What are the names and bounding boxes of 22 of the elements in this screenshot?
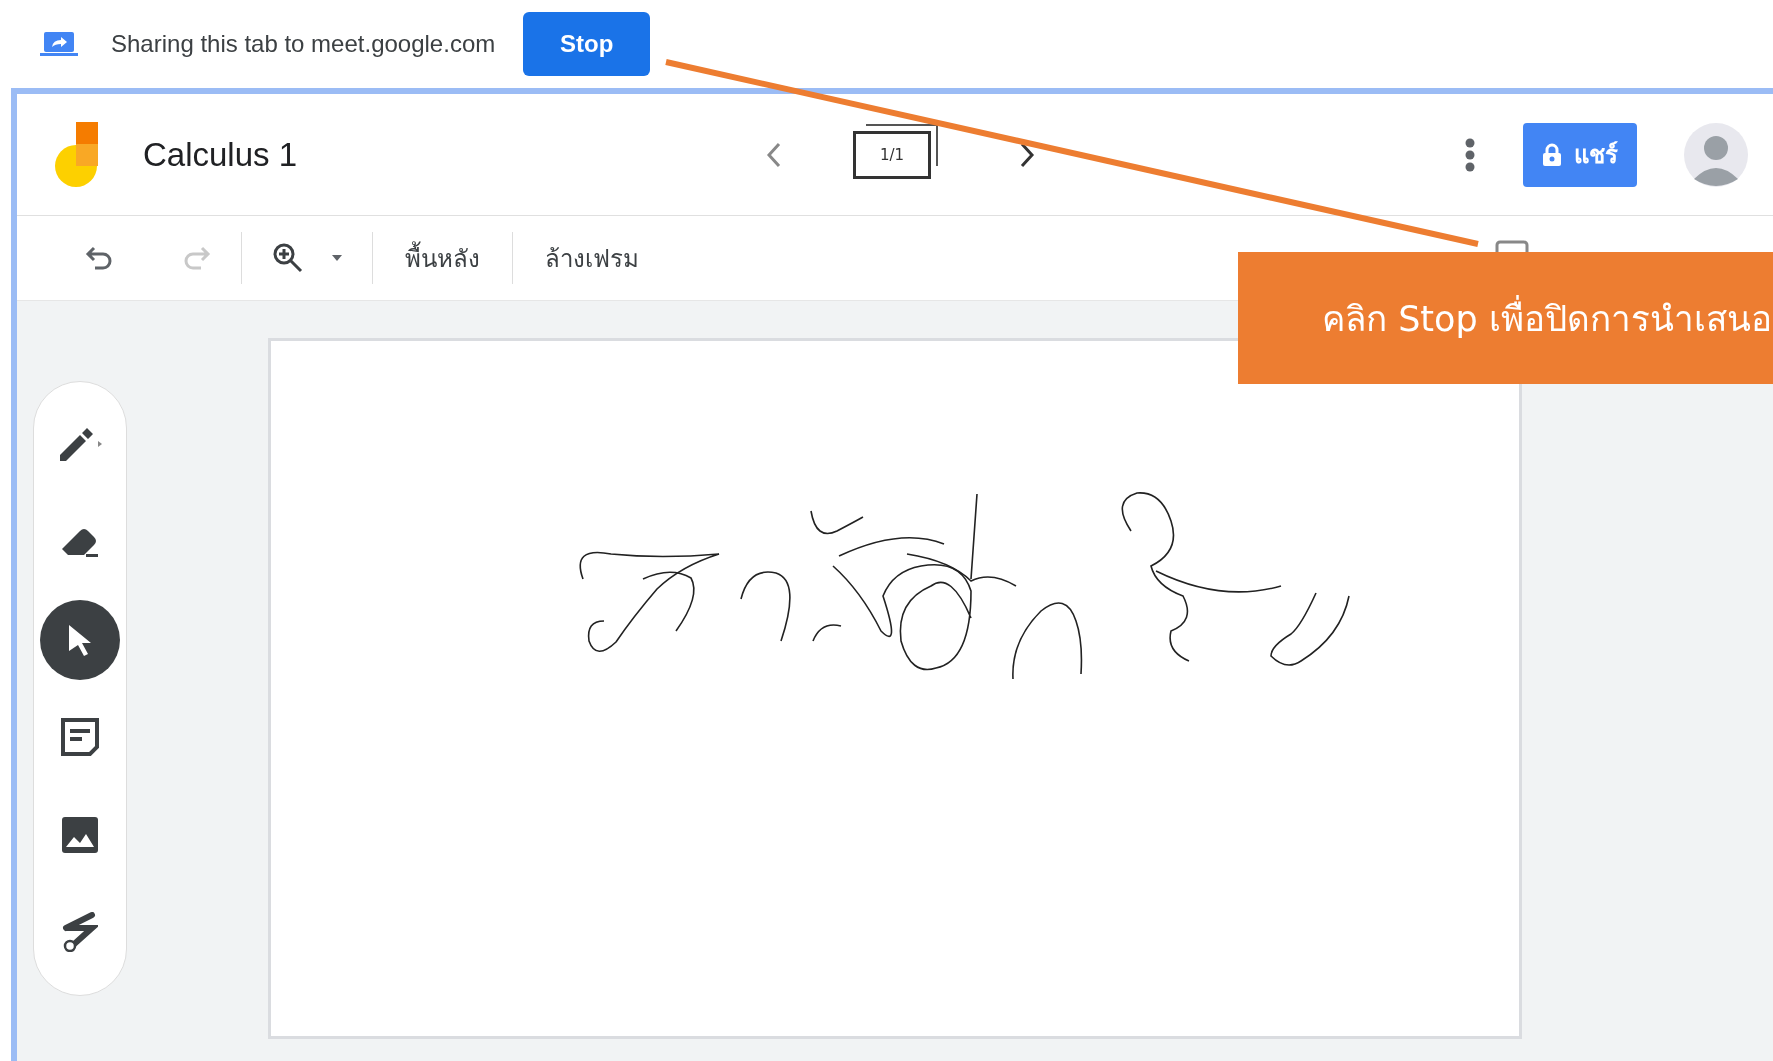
sharing-message: Sharing this tab to meet.google.com	[111, 30, 496, 58]
laser-pointer-icon	[62, 912, 98, 953]
previous-frame-icon[interactable]	[766, 141, 782, 168]
pen-icon	[58, 426, 102, 463]
callout-text: คลิก Stop เพื่อปิดการนำเสนอ	[1322, 290, 1772, 346]
background-button[interactable]: พื้นหลัง	[403, 234, 482, 282]
share-button[interactable]: แชร์	[1523, 122, 1637, 187]
cursor-icon	[67, 622, 93, 657]
note-icon	[60, 717, 100, 758]
jamboard-logo-icon	[55, 121, 101, 188]
zoom-icon[interactable]	[272, 242, 304, 274]
screen-share-icon	[40, 31, 78, 57]
clear-frame-button[interactable]: ล้างเฟรม	[543, 234, 641, 282]
lock-icon	[1542, 142, 1562, 167]
stop-button[interactable]: Stop	[523, 12, 651, 76]
open-window-icon[interactable]	[1495, 240, 1529, 252]
image-icon	[61, 815, 99, 854]
frame-counter: 1/1	[879, 145, 905, 164]
document-title: Calculus 1	[143, 135, 298, 174]
more-options-icon[interactable]	[1465, 137, 1475, 172]
dropdown-caret-icon[interactable]	[332, 255, 342, 261]
avatar-silhouette[interactable]	[1684, 122, 1748, 187]
